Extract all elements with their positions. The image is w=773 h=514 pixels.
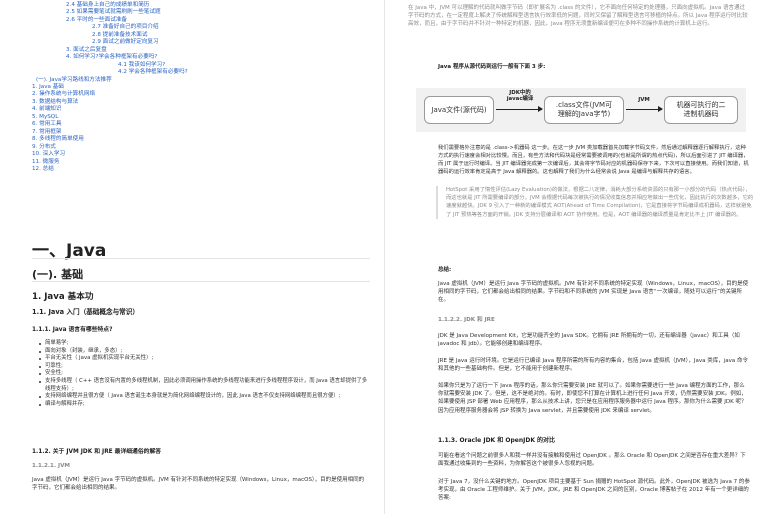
- right-page: 在 Java 中，JVM 可以理解的代码就叫做字节码（即扩展名为 .class …: [398, 0, 761, 514]
- arrow-jvm: [626, 106, 663, 112]
- toc-link[interactable]: 12. 总结: [32, 166, 372, 173]
- toc-link[interactable]: 4. 如何学习?学会各种框架有必要吗?: [32, 54, 372, 61]
- toc-link[interactable]: 2.6 平时的一些面试准备: [32, 17, 372, 24]
- feature-item: 可靠性;: [39, 363, 369, 371]
- toc-link[interactable]: 2. 操作系统与计算机网络: [32, 91, 372, 98]
- machine-code-box: 机器可执行的二 进制机器码: [664, 96, 738, 124]
- jdk-paragraph: JDK 是 Java Development Kit，它是功能齐全的 Java …: [438, 333, 740, 348]
- jvm-paragraph: Java 虚拟机（JVM）是运行 Java 字节码的虚拟机。JVM 有针对不同系…: [32, 477, 365, 492]
- steps-heading: Java 程序从源代码到运行一般有下面 3 步:: [438, 64, 546, 70]
- summary-heading: 总结:: [438, 267, 452, 273]
- toc-link[interactable]: (一). Java学习路线和方法推荐: [32, 77, 372, 84]
- bytecode-intro: 在 Java 中，JVM 可以理解的代码就叫做字节码（即扩展名为 .class …: [408, 5, 748, 28]
- feature-item: 安全性;: [39, 370, 369, 378]
- section-title: (一). 基础: [32, 268, 84, 281]
- jit-paragraph: 我们需要格外注意的是 .class->机器码 这一步。在这一步 JVM 类加载器…: [438, 145, 749, 175]
- table-of-contents: 2.4 基础身上自己的成绩单和简历 2.5 如果需要笔试就需刷刷一些笔试题 2.6 …: [32, 2, 372, 173]
- page-divider: [384, 0, 385, 514]
- class-file-box: .class文件(JVM可 理解的Java字节): [544, 96, 624, 124]
- heading-jvm: 1.1.2.1. JVM: [32, 463, 70, 469]
- toc-link[interactable]: 2.5 如果需要笔试就需刷刷一些笔试题: [32, 9, 372, 16]
- compile-flow-diagram: Java文件(源代码) JDK中的 javac编译 .class文件(JVM可 …: [416, 88, 746, 132]
- toc-link[interactable]: 3. 数据结构与算法: [32, 99, 372, 106]
- heading-oracle-openjdk: 1.1.3. Oracle JDK 和 OpenJDK 的对比: [438, 437, 556, 444]
- oracle-paragraph-2: 对于 Java 7，没什么关键的地方。OpenJDK 项目主要基于 Sun 捐赠…: [438, 479, 750, 502]
- left-page: 2.4 基础身上自己的成绩单和简历 2.5 如果需要笔试就需刷刷一些笔试题 2.6 …: [12, 0, 380, 514]
- heading-java-features: 1.1.1. Java 语言有哪些特点?: [32, 327, 113, 333]
- toc-link[interactable]: 11. 微服务: [32, 159, 372, 166]
- hotspot-quote-text: HotSpot 采用了惰性评估(Lazy Evaluation)的做法，根据二八…: [446, 187, 754, 218]
- feature-item: 平台无关性（ Java 虚拟机实现平台无关性）;: [39, 355, 369, 363]
- toc-link[interactable]: 6. 常用工具: [32, 121, 372, 128]
- hotspot-quote: HotSpot 采用了惰性评估(Lazy Evaluation)的做法，根据二八…: [436, 186, 754, 219]
- heading-java-intro: 1.1. Java 入门（基础概念与常识）: [32, 308, 139, 316]
- javac-label: JDK中的 javac编译: [506, 90, 534, 102]
- arrow-javac: [496, 106, 543, 112]
- feature-item: 简单易学;: [39, 340, 369, 348]
- toc-link[interactable]: 4.1 我该如何学习?: [32, 62, 372, 69]
- toc-link[interactable]: 8. 多线程的简单使用: [32, 136, 372, 143]
- web-app-paragraph: 如果你只是为了运行一下 Java 程序的话，那么你只需要安装 JRE 就可以了。…: [438, 383, 747, 414]
- section-rule: [32, 281, 370, 282]
- toc-link[interactable]: 4. 前端知识: [32, 106, 372, 113]
- toc-link[interactable]: 2.7 准备好自己的项目介绍: [32, 24, 372, 31]
- feature-item: 支持多线程（ C++ 语言没有内置的多线程机制，因此必须调用操作系统的多线程功能…: [39, 378, 369, 393]
- heading-jdk-jre: 1.1.2.2. JDK 和 JRE: [438, 317, 495, 323]
- heading-jvm-jdk-jre: 1.1.2. 关于 JVM JDK 和 JRE 最详细通俗的解答: [32, 449, 162, 455]
- jre-paragraph: JRE 是 Java 运行时环境。它是运行已编译 Java 程序所需的所有内容的…: [438, 358, 749, 373]
- chapter-rule: [32, 258, 370, 259]
- source-file-box: Java文件(源代码): [424, 96, 494, 124]
- feature-item: 编译与解释并存;: [39, 401, 369, 409]
- oracle-paragraph-1: 可能在看这个问题之前很多人和我一样并没有接触和使用过 OpenJDK 。那么 O…: [438, 453, 746, 468]
- toc-link[interactable]: 9. 分布式: [32, 144, 372, 151]
- toc-link[interactable]: 2.9 面试之前做好定向复习: [32, 39, 372, 46]
- features-list: 简单易学; 面向对象（封装，继承，多态）; 平台无关性（ Java 虚拟机实现平台无…: [39, 340, 369, 408]
- subsection-title: 1. Java 基本功: [32, 292, 94, 302]
- toc-link[interactable]: 2.8 提前准备技术面试: [32, 32, 372, 39]
- feature-item: 支持网络编程并且很方便（ Java 语言诞生本身就是为简化网络编程设计的，因此 …: [39, 393, 369, 401]
- toc-link[interactable]: 5. MySQL: [32, 114, 372, 121]
- summary-paragraph: Java 虚拟机（JVM）是运行 Java 字节码的虚拟机。JVM 有针对不同系…: [438, 281, 749, 304]
- jvm-label: JVM: [638, 97, 650, 103]
- toc-link[interactable]: 10. 深入学习: [32, 151, 372, 158]
- toc-link[interactable]: 4.2 学会各种框架有必要吗?: [32, 69, 372, 76]
